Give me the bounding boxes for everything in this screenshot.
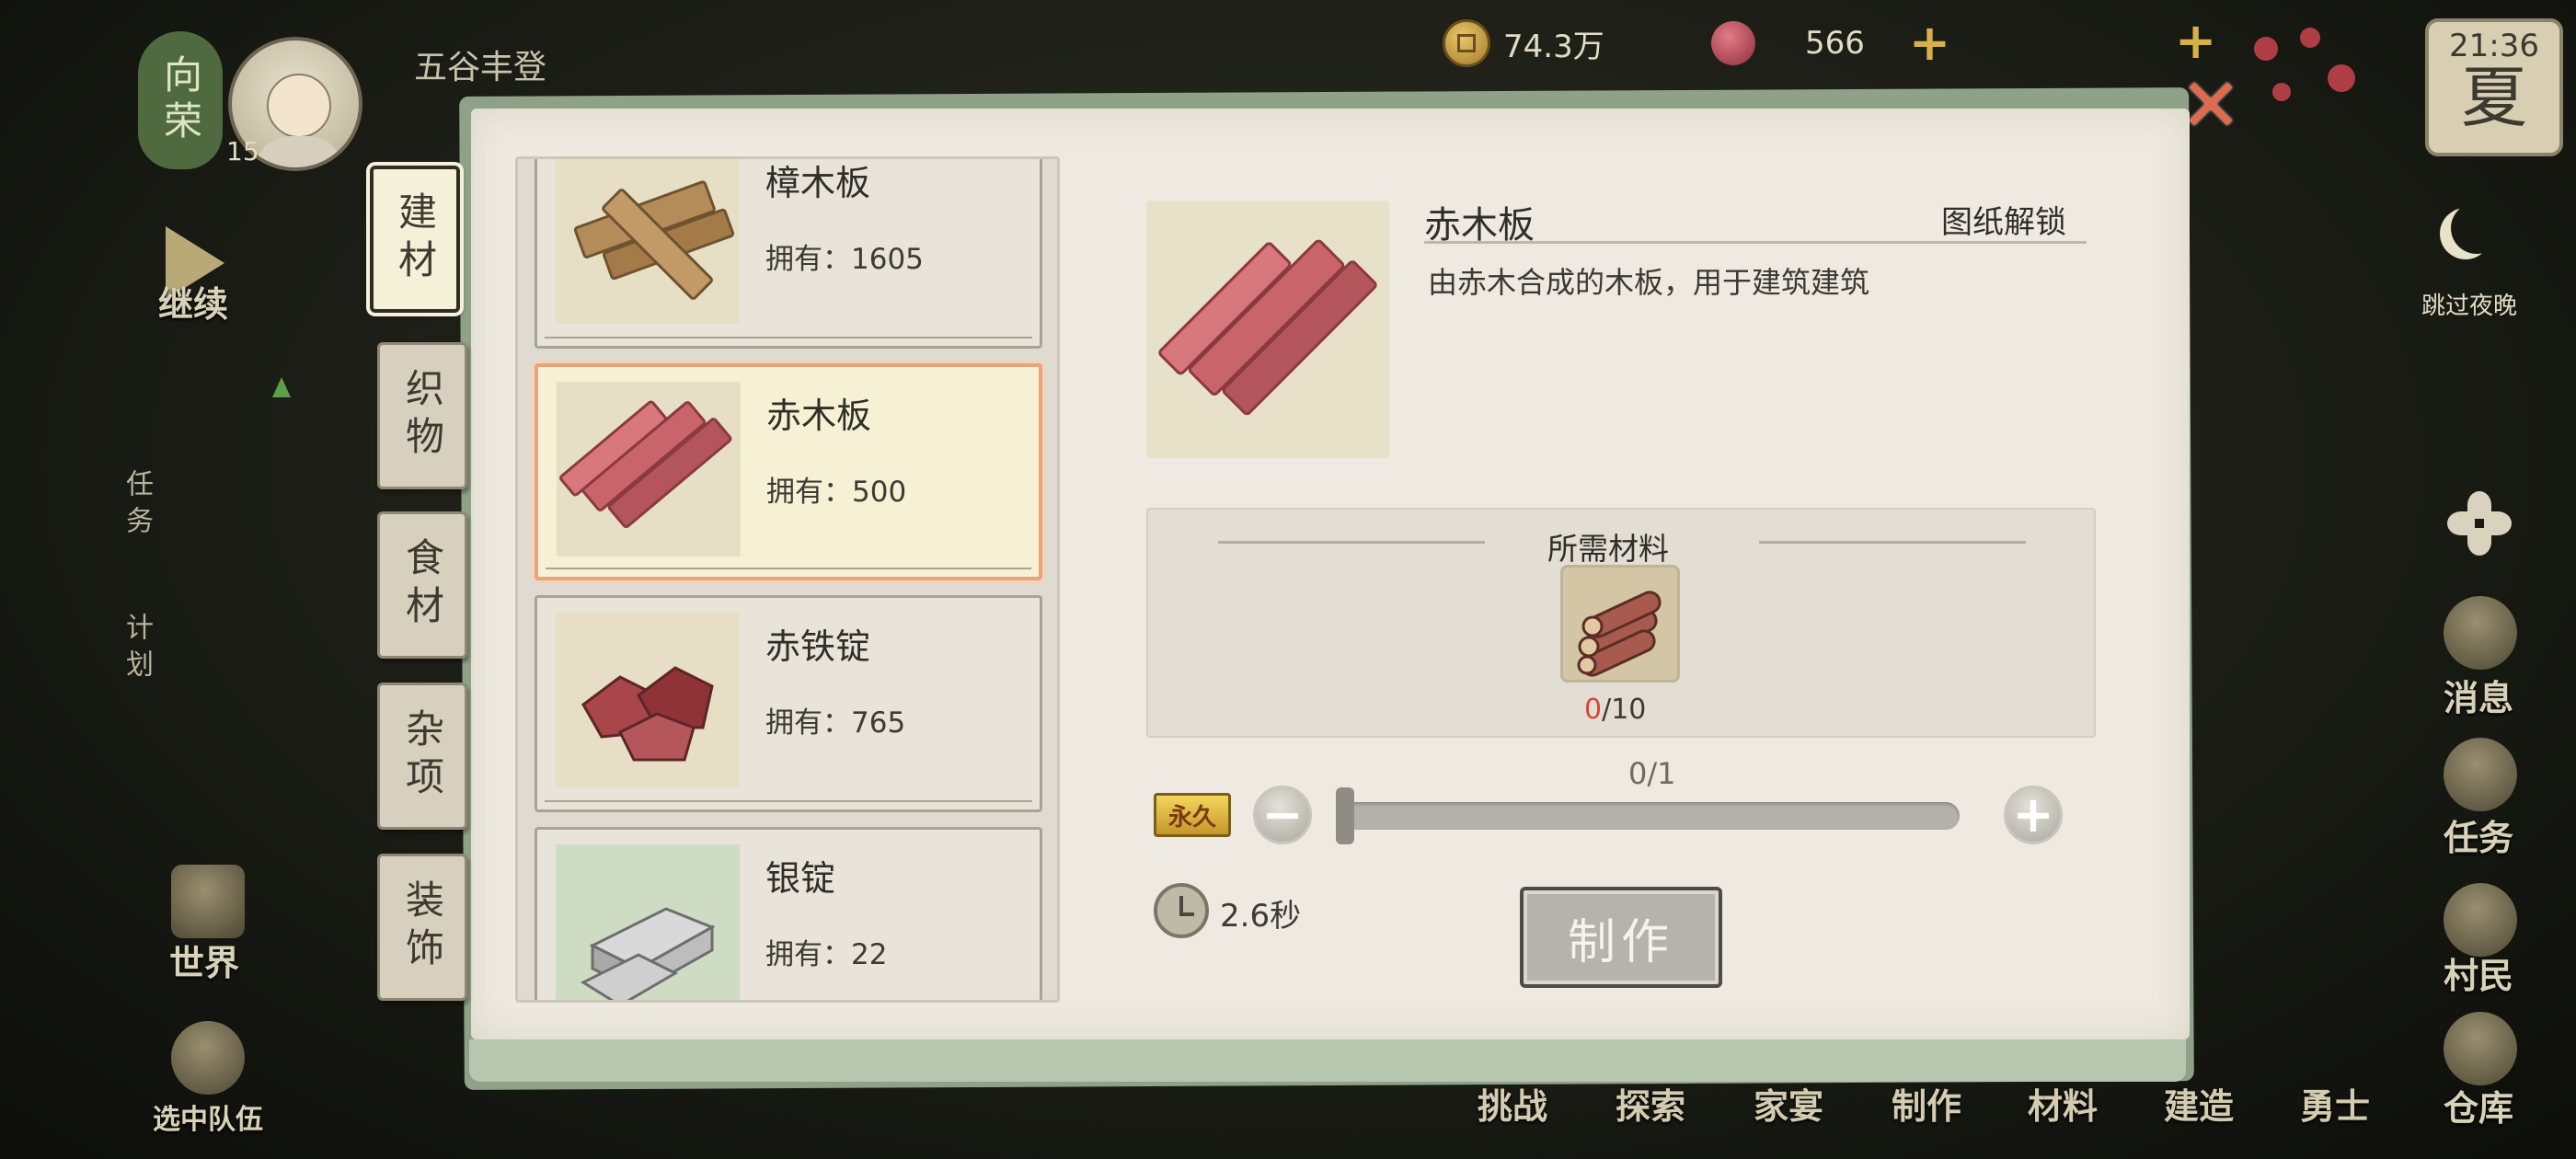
material-have: 0 [1584, 694, 1603, 726]
increase-button[interactable]: + [2004, 786, 2063, 844]
decrease-button[interactable]: − [1253, 786, 1312, 844]
tab-fabrics[interactable]: 织物 [377, 342, 467, 489]
team-icon[interactable] [171, 1021, 245, 1095]
clock-season-box[interactable]: 21:36 夏 [2425, 18, 2563, 156]
nav-explore[interactable]: 探索 [1616, 1078, 1685, 1129]
quantity-slider[interactable] [1338, 802, 1960, 830]
red-plank-large-icon [1146, 201, 1389, 458]
message-bell-icon[interactable] [2444, 596, 2517, 670]
tab-label: 织物 [399, 368, 445, 464]
list-item-selected[interactable]: 赤木板 拥有：500 [535, 363, 1042, 580]
clock-icon [1154, 883, 1209, 938]
nav-warrior[interactable]: 勇士 [2300, 1078, 2370, 1129]
materials-divider [1759, 541, 2026, 544]
blossom-petal [2272, 83, 2291, 101]
tab-label: 建材 [392, 191, 438, 287]
add-gems-icon[interactable]: + [1909, 18, 1950, 68]
settings-flower-icon[interactable] [2447, 491, 2512, 556]
message-button[interactable]: 消息 [2444, 670, 2513, 720]
tab-decorations[interactable]: 装饰 [377, 854, 467, 1001]
tab-label: 装饰 [399, 879, 445, 975]
add-resource-icon[interactable]: + [2175, 17, 2216, 66]
close-icon[interactable]: ✕ [2179, 69, 2243, 143]
materials-title: 所需材料 [1547, 531, 1669, 567]
detail-description: 由赤木合成的木板，用于建筑建筑 [1428, 265, 1870, 300]
skip-night-label[interactable]: 跳过夜晚 [2421, 287, 2517, 321]
task-label[interactable]: 任务 [116, 469, 156, 543]
warehouse-icon[interactable] [2444, 1012, 2517, 1085]
blossom-petal [2254, 37, 2278, 61]
nav-craft[interactable]: 制作 [1892, 1078, 1961, 1129]
title-badge: 向荣 [138, 31, 223, 169]
tab-label: 杂项 [399, 708, 445, 804]
camphor-plank-icon [556, 159, 740, 324]
craft-time: 2.6秒 [1220, 898, 1302, 935]
red-iron-ingot-icon [556, 613, 740, 787]
item-name: 银锭 [765, 858, 836, 899]
material-count: 0/10 [1584, 694, 1646, 726]
permanent-badge: 永久 [1154, 793, 1231, 837]
farm-status: 五谷丰登 [414, 49, 547, 86]
dialog-bottom-edge [469, 1039, 2186, 1082]
craft-button[interactable]: 制作 [1520, 887, 1722, 988]
item-list[interactable]: 樟木板 拥有：1605 赤木板 拥有：500 赤铁锭 拥有：765 银锭 拥有：… [515, 156, 1060, 1003]
tab-building-materials[interactable]: 建材 [370, 166, 460, 313]
nav-material[interactable]: 材料 [2028, 1078, 2098, 1129]
copper-value: 74.3万 [1503, 28, 1604, 65]
tab-miscellaneous[interactable]: 杂项 [377, 683, 467, 830]
gem-counter: 566 + [1711, 17, 1950, 70]
villager-button[interactable]: 村民 [2444, 947, 2513, 998]
red-wood-logs-icon[interactable] [1560, 565, 1680, 683]
tab-food-ingredients[interactable]: 食材 [377, 511, 467, 659]
detail-divider [1424, 241, 2087, 244]
blueprint-unlock-label: 图纸解锁 [1941, 204, 2066, 241]
moon-icon[interactable] [2451, 202, 2502, 254]
villager-icon[interactable] [2444, 883, 2517, 957]
gem-value: 566 [1805, 25, 1865, 62]
list-item[interactable]: 银锭 拥有：22 [535, 827, 1042, 1000]
avatar-face [267, 74, 331, 138]
blossom-decoration [2245, 28, 2355, 212]
blossom-petal [2328, 64, 2355, 92]
warehouse-button[interactable]: 仓库 [2444, 1080, 2513, 1130]
quantity-text: 0/1 [1628, 756, 1676, 791]
list-item[interactable]: 赤铁锭 拥有：765 [535, 595, 1042, 812]
world-map-icon[interactable] [171, 865, 245, 938]
world-button[interactable]: 世界 [169, 935, 239, 985]
copper-counter: 74.3万 [1443, 17, 1604, 70]
select-team-button[interactable]: 选中队伍 [153, 1096, 263, 1137]
item-owned: 拥有：500 [766, 476, 907, 509]
item-name: 樟木板 [765, 163, 871, 203]
item-name: 赤铁锭 [765, 626, 871, 667]
season-label: 夏 [2460, 59, 2527, 136]
avatar-body [254, 136, 344, 167]
player-level: 15 [226, 136, 259, 166]
item-owned: 拥有：22 [765, 938, 888, 971]
red-plank-icon [557, 382, 741, 557]
nav-challenge[interactable]: 挑战 [1478, 1078, 1547, 1129]
material-need: /10 [1602, 694, 1647, 726]
list-item[interactable]: 樟木板 拥有：1605 [535, 159, 1042, 349]
materials-divider [1218, 541, 1485, 544]
tab-label: 食材 [399, 537, 445, 633]
nav-banquet[interactable]: 家宴 [1754, 1078, 1823, 1129]
item-name: 赤木板 [766, 396, 872, 436]
plan-label[interactable]: 计划 [116, 613, 156, 686]
item-owned: 拥有：765 [765, 706, 906, 740]
blossom-petal [2300, 28, 2320, 48]
task-scroll-icon[interactable] [2444, 738, 2517, 811]
arrow-up-icon [272, 377, 291, 397]
silver-ingot-icon [556, 844, 740, 1000]
nav-build[interactable]: 建造 [2164, 1078, 2234, 1129]
item-owned: 拥有：1605 [765, 243, 924, 276]
task-button[interactable]: 任务 [2444, 809, 2513, 860]
copper-coin-icon [1443, 19, 1490, 67]
slider-handle[interactable] [1336, 787, 1354, 844]
gem-icon [1711, 21, 1755, 65]
continue-button[interactable]: 继续 [158, 276, 228, 327]
